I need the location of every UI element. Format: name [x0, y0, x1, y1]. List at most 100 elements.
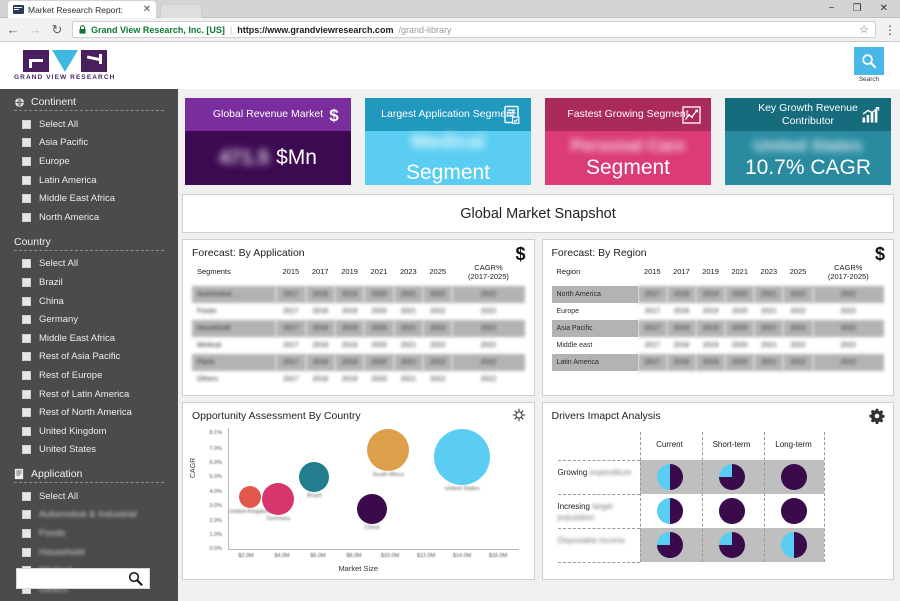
filter-country-brazil[interactable]: Brazil	[0, 273, 178, 292]
impact-pie-r3-c2[interactable]	[719, 532, 745, 558]
filter-country-germany[interactable]: Germany	[0, 310, 178, 329]
bookmark-star-icon[interactable]: ☆	[859, 23, 869, 36]
filter-application-automotive-industrial[interactable]: Automotive & Industrial	[0, 506, 178, 525]
checkbox[interactable]	[22, 427, 31, 436]
search-icon[interactable]	[854, 47, 884, 75]
filter-country-middle-east-africa[interactable]: Middle East Africa	[0, 329, 178, 348]
sidebar-search-input[interactable]	[16, 568, 150, 589]
checkbox[interactable]	[22, 176, 31, 185]
table-row[interactable]: North America 2017 2018 2019 2020 2021 2…	[552, 286, 885, 303]
gear-icon[interactable]	[869, 408, 885, 424]
browser-menu-icon[interactable]: ⋮	[884, 24, 894, 36]
dollar-icon[interactable]: $	[875, 245, 885, 263]
reload-icon[interactable]: ↻	[50, 23, 64, 36]
filter-country-select-all[interactable]: Select All	[0, 255, 178, 274]
address-bar[interactable]: Grand View Research, Inc. [US] | https:/…	[72, 21, 876, 38]
checkbox[interactable]	[22, 120, 31, 129]
checkbox[interactable]	[22, 510, 31, 519]
checkbox[interactable]	[22, 408, 31, 417]
impact-pie-r1-c1[interactable]	[657, 464, 683, 490]
impact-pie-r1-c2[interactable]	[719, 464, 745, 490]
filter-application-household[interactable]: Household	[0, 543, 178, 562]
site-logo[interactable]: GRAND VIEW RESEARCH	[14, 50, 115, 81]
table-row[interactable]: Asia Pacific 2017 2018 2019 2020 2021 20…	[552, 320, 885, 337]
table-row[interactable]: Household 2017 2018 2019 2020 2021 2022 …	[192, 320, 525, 337]
filter-application-foods[interactable]: Foods	[0, 524, 178, 543]
table-row[interactable]: Automotive ... 2017 2018 2019 2020 2021 …	[192, 286, 525, 303]
bubble-united-kingdom[interactable]	[239, 486, 261, 508]
filter-continent-europe[interactable]: Europe	[0, 152, 178, 171]
filter-continent-middle-east-africa[interactable]: Middle East Africa	[0, 189, 178, 208]
table-row[interactable]: Pants 2017 2018 2019 2020 2021 2022 2022	[192, 354, 525, 371]
filter-country-china[interactable]: China	[0, 292, 178, 311]
checkbox[interactable]	[22, 157, 31, 166]
checkbox[interactable]	[22, 297, 31, 306]
table-row[interactable]: Latin America 2017 2018 2019 2020 2021 2…	[552, 354, 885, 371]
header-search-button[interactable]: Search	[854, 47, 884, 83]
filter-label: Select All	[39, 258, 78, 269]
checkbox[interactable]	[22, 315, 31, 324]
filter-country-rest-of-north-america[interactable]: Rest of North America	[0, 403, 178, 422]
checkbox[interactable]	[22, 548, 31, 557]
checkbox[interactable]	[22, 371, 31, 380]
x-tick-label: $10.0M	[375, 553, 405, 559]
dollar-icon[interactable]: $	[515, 245, 525, 263]
browser-tab[interactable]: Market Research Report: ✕	[8, 1, 156, 18]
panel-drivers-impact-analysis: Drivers Imapct Analysis CurrentShort-ter…	[542, 402, 895, 580]
back-icon[interactable]: ←	[6, 23, 20, 36]
impact-pie-r1-c3[interactable]	[781, 464, 807, 490]
filter-continent-north-america[interactable]: North America	[0, 208, 178, 227]
checkbox[interactable]	[22, 138, 31, 147]
forward-icon[interactable]: →	[28, 23, 42, 36]
kpi-card-global-revenue-market[interactable]: Global Revenue Market $ 471.5 $Mn	[182, 95, 354, 188]
minimize-icon[interactable]: −	[829, 4, 835, 14]
kpi-value-blurred: Personal Care	[571, 136, 685, 156]
y-tick-label: 0.0%	[200, 546, 222, 552]
table-row[interactable]: Middle east 2017 2018 2019 2020 2021 202…	[552, 337, 885, 354]
filter-country-rest-of-asia-pacific[interactable]: Rest of Asia Pacific	[0, 348, 178, 367]
impact-pie-r3-c3[interactable]	[781, 532, 807, 558]
bubble-united-states[interactable]	[434, 429, 490, 485]
checkbox[interactable]	[22, 445, 31, 454]
impact-pie-r3-c1[interactable]	[657, 532, 683, 558]
checkbox[interactable]	[22, 492, 31, 501]
maximize-icon[interactable]: ❐	[853, 4, 862, 14]
kpi-card-fastest-growing-segment[interactable]: Fastest Growing Segment Personal Care Se…	[542, 95, 714, 188]
impact-pie-r2-c3[interactable]	[781, 498, 807, 524]
filter-country-rest-of-latin-america[interactable]: Rest of Latin America	[0, 385, 178, 404]
browser-toolbar: ← → ↻ Grand View Research, Inc. [US] | h…	[0, 18, 900, 42]
checkbox[interactable]	[22, 194, 31, 203]
impact-pie-r2-c2[interactable]	[719, 498, 745, 524]
expand-icon[interactable]	[512, 408, 526, 422]
close-window-icon[interactable]: ✕	[880, 4, 888, 14]
impact-pie-r2-c1[interactable]	[657, 498, 683, 524]
checkbox[interactable]	[22, 334, 31, 343]
filter-country-rest-of-europe[interactable]: Rest of Europe	[0, 366, 178, 385]
table-row[interactable]: Europe 2017 2018 2019 2020 2021 2022 202…	[552, 303, 885, 320]
checkbox[interactable]	[22, 278, 31, 287]
close-icon[interactable]: ✕	[143, 5, 151, 15]
checkbox[interactable]	[22, 213, 31, 222]
bubble-south-africa[interactable]	[367, 429, 409, 471]
col-header: 2021	[364, 264, 393, 286]
table-row[interactable]: Foods 2017 2018 2019 2020 2021 2022 2022	[192, 303, 525, 320]
checkbox[interactable]	[22, 529, 31, 538]
filter-country-united-kingdom[interactable]: United Kingdom	[0, 422, 178, 441]
filter-continent-select-all[interactable]: Select All	[0, 115, 178, 134]
checkbox[interactable]	[22, 390, 31, 399]
new-tab-button[interactable]	[160, 4, 202, 18]
bubble-china[interactable]	[357, 494, 387, 524]
cell: 2022	[452, 303, 524, 320]
filter-country-united-states[interactable]: United States	[0, 441, 178, 460]
checkbox[interactable]	[22, 259, 31, 268]
filter-continent-asia-pacific[interactable]: Asia Pacific	[0, 134, 178, 153]
table-row[interactable]: Medical 2017 2018 2019 2020 2021 2022 20…	[192, 337, 525, 354]
bubble-brazil[interactable]	[299, 462, 329, 492]
checkbox[interactable]	[22, 352, 31, 361]
table-row[interactable]: Others 2017 2018 2019 2020 2021 2022 202…	[192, 371, 525, 388]
filter-application-select-all[interactable]: Select All	[0, 487, 178, 506]
search-icon[interactable]	[128, 571, 143, 586]
kpi-card-largest-application-segment[interactable]: Largest Application Segment Medical Segm…	[362, 95, 534, 188]
filter-continent-latin-america[interactable]: Latin America	[0, 171, 178, 190]
kpi-card-key-growth-revenue-contributor[interactable]: Key Growth Revenue Contributor United St…	[722, 95, 894, 188]
